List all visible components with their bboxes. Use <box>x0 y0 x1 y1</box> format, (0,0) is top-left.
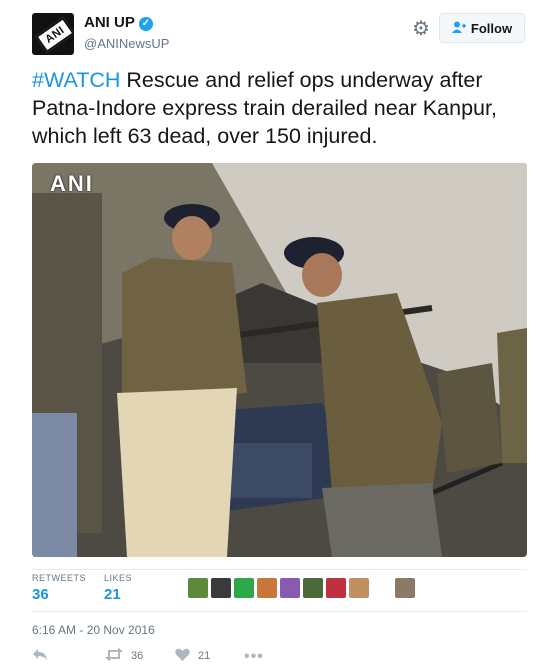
account-name[interactable]: ANI UP ✓ <box>84 14 153 31</box>
liker-avatar[interactable] <box>257 578 277 598</box>
heart-icon <box>175 648 190 664</box>
follow-button[interactable]: Follow <box>439 13 525 43</box>
liker-avatar[interactable] <box>188 578 208 598</box>
likers-avatars <box>188 578 369 598</box>
video-watermark: ANI <box>50 171 94 196</box>
tweet-text: #WATCH Rescue and relief ops underway af… <box>32 66 532 150</box>
retweet-action-count: 36 <box>131 650 144 662</box>
liker-avatar[interactable] <box>349 578 369 598</box>
avatar[interactable]: ANI <box>32 13 74 55</box>
reply-button[interactable] <box>32 648 48 664</box>
gear-icon[interactable]: ⚙ <box>410 18 432 40</box>
liker-avatar[interactable] <box>211 578 231 598</box>
avatar-logo-text: ANI <box>35 17 74 53</box>
retweets-count[interactable]: 36 <box>32 586 49 603</box>
video-media[interactable]: ANI <box>32 163 527 557</box>
more-button[interactable]: ••• <box>244 648 264 666</box>
divider <box>32 569 527 570</box>
likes-count[interactable]: 21 <box>104 586 121 603</box>
like-button[interactable]: 21 <box>175 648 210 664</box>
retweet-icon <box>105 648 123 664</box>
divider <box>32 611 527 612</box>
video-frame <box>32 163 527 557</box>
liker-avatar[interactable] <box>280 578 300 598</box>
liker-avatar[interactable] <box>326 578 346 598</box>
account-handle[interactable]: @ANINewsUP <box>84 36 169 51</box>
like-action-count: 21 <box>198 650 211 662</box>
reply-icon <box>32 648 48 664</box>
liker-avatar[interactable] <box>234 578 254 598</box>
follow-user-icon <box>451 21 466 36</box>
likes-label: LIKES <box>104 573 133 583</box>
more-icon: ••• <box>244 648 264 665</box>
retweet-button[interactable]: 36 <box>105 648 143 664</box>
hashtag-link[interactable]: #WATCH <box>32 68 120 92</box>
tweet-timestamp[interactable]: 6:16 AM - 20 Nov 2016 <box>32 623 155 637</box>
retweets-label: RETWEETS <box>32 573 87 583</box>
liker-avatar[interactable] <box>303 578 323 598</box>
liker-avatar[interactable] <box>395 578 415 598</box>
account-name-text: ANI UP <box>84 14 135 31</box>
follow-button-label: Follow <box>470 20 513 36</box>
verified-badge-icon: ✓ <box>138 17 153 31</box>
